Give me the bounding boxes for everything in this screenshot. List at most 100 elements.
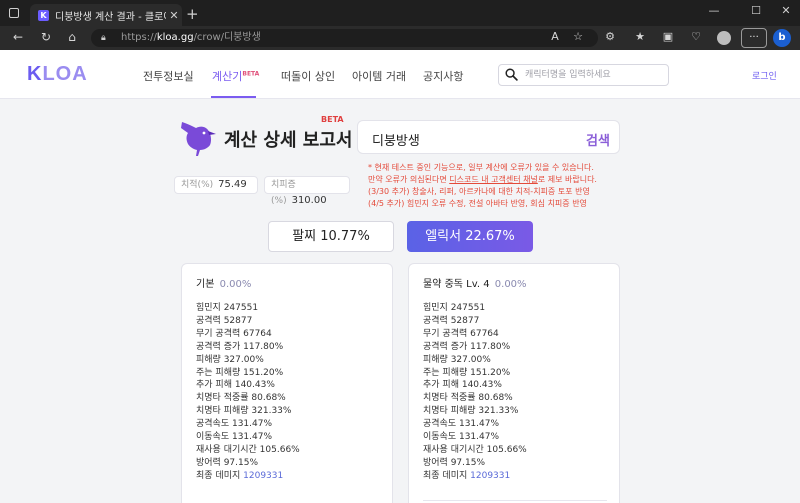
back-icon[interactable]: ←: [10, 30, 26, 44]
list-item: 힘민지 247551: [196, 303, 259, 313]
notice-line-2: 만약 오류가 의심된다면 디스코드 내 고객센터 채널로 제보 바랍니다.: [368, 174, 597, 186]
report-title: 계산 상세 보고서: [224, 130, 353, 151]
close-window-icon[interactable]: ✕: [772, 4, 800, 17]
list-item: 방어력 97.15%: [196, 457, 259, 468]
list-item: 치명타 적중률 80.68%: [196, 393, 286, 404]
list-item: 힘민지 247551: [423, 303, 486, 313]
bracelet-button[interactable]: 팔찌 10.77%: [268, 221, 394, 252]
profile-avatar[interactable]: [717, 31, 731, 45]
list-item: 공격력 52877: [423, 315, 480, 326]
final-damage-value: 1209331: [470, 470, 511, 481]
nav-combat-info[interactable]: 전투정보실: [143, 68, 194, 84]
read-aloud-icon[interactable]: A: [547, 30, 563, 43]
nav-beta-badge: BETA: [242, 70, 260, 78]
card-title-text: 기본: [196, 279, 215, 290]
character-search[interactable]: [498, 64, 669, 86]
list-item: 공격속도 131.47%: [423, 419, 500, 430]
elixir-button[interactable]: 엘릭서 22.67%: [407, 221, 533, 252]
discord-link[interactable]: 디스코드 내 고객센터 채널: [449, 175, 538, 184]
card-divider: [423, 500, 607, 501]
kloa-logo[interactable]: KLOA: [27, 63, 88, 86]
list-item: 공격력 52877: [196, 315, 253, 326]
list-item: 주는 피해량 151.20%: [423, 367, 511, 378]
window-menu-icon[interactable]: [9, 8, 19, 18]
list-item: 재사용 대기시간 105.66%: [196, 444, 300, 455]
list-item: 추가 피해 140.43%: [423, 380, 502, 391]
stat-list: 힘민지 247551 공격력 52877 무기 공격력 67764 공격력 증가…: [423, 302, 527, 483]
list-item: 공격력 증가 117.80%: [423, 341, 511, 352]
minimize-icon[interactable]: —: [700, 4, 728, 17]
card-pct: 0.00%: [219, 279, 252, 290]
home-icon[interactable]: ⌂: [64, 30, 80, 44]
list-item: 치명타 피해량 321.33%: [423, 406, 519, 417]
health-icon[interactable]: ♡: [688, 30, 704, 43]
stat-card-potion: 물약 중독 Lv. 4 0.00% 힘민지 247551 공격력 52877 무…: [408, 263, 620, 503]
crit-rate-value: 75.49: [218, 179, 247, 190]
report-beta-badge: BETA: [321, 115, 344, 124]
final-damage: 최종 데미지 1209331: [196, 470, 300, 483]
login-link[interactable]: 로그인: [752, 69, 777, 82]
list-item: 공격속도 131.47%: [196, 419, 273, 430]
list-item: 방어력 97.15%: [423, 457, 486, 468]
list-item: 이동속도 131.47%: [196, 432, 273, 443]
list-item: 무기 공격력 67764: [423, 328, 499, 339]
refresh-icon[interactable]: ↻: [38, 30, 54, 44]
browser-tab-bar: K 디붕방생 계산 결과 - 클로아 ✕ + — ☐ ✕: [0, 0, 800, 26]
list-item: 피해량 327.00%: [196, 354, 264, 365]
extensions-icon[interactable]: ⚙: [602, 30, 618, 43]
browser-tab[interactable]: K 디붕방생 계산 결과 - 클로아 ✕: [30, 4, 182, 26]
bing-icon[interactable]: b: [773, 29, 791, 47]
site-header: KLOA 전투정보실 계산기BETA 떠돌이 상인 아이템 거래 공지사항 로그…: [0, 50, 800, 99]
favorite-add-icon[interactable]: ☆: [570, 30, 586, 43]
card-pct: 0.00%: [494, 279, 527, 290]
character-name: 디붕방생: [372, 134, 420, 149]
notice-text: * 현재 테스트 중인 기능으로, 일부 계산에 오류가 있을 수 있습니다. …: [368, 162, 597, 210]
crit-rate-field[interactable]: 치적(%) 75.49: [174, 176, 258, 194]
list-item: 이동속도 131.47%: [423, 432, 500, 443]
logo-text: LOA: [42, 63, 88, 85]
nav-item-trade[interactable]: 아이템 거래: [352, 68, 406, 84]
browser-address-bar: ← ↻ ⌂ 🔒︎ https://kloa.gg/crow/디붕방생 A ☆ ⚙…: [0, 26, 800, 50]
crit-damage-value: 310.00: [291, 195, 327, 206]
nav-notice[interactable]: 공지사항: [423, 68, 463, 84]
nav-calculator[interactable]: 계산기BETA: [212, 68, 259, 84]
close-tab-icon[interactable]: ✕: [166, 9, 182, 22]
stat-list: 힘민지 247551 공격력 52877 무기 공격력 67764 공격력 증가…: [196, 302, 300, 483]
crit-damage-field[interactable]: 치피증(%) 310.00: [264, 176, 350, 206]
notice-line-4: (4/5 추가) 힘민지 오류 수정, 전설 아바타 반영, 회심 치피증 반영: [368, 199, 587, 208]
collections-icon[interactable]: ▣: [660, 30, 676, 43]
list-item: 주는 피해량 151.20%: [196, 367, 284, 378]
final-damage-value: 1209331: [243, 470, 284, 481]
card-title: 물약 중독 Lv. 4 0.00%: [423, 275, 527, 290]
favorites-icon[interactable]: ★: [632, 30, 648, 43]
maximize-icon[interactable]: ☐: [742, 4, 770, 17]
list-item: 추가 피해 140.43%: [196, 380, 275, 391]
new-tab-icon[interactable]: +: [186, 5, 199, 23]
tab-title: 디붕방생 계산 결과 - 클로아: [55, 11, 166, 23]
card-title-text: 물약 중독 Lv. 4: [423, 279, 490, 290]
nav-merchant[interactable]: 떠돌이 상인: [281, 68, 335, 84]
list-item: 치명타 피해량 321.33%: [196, 406, 292, 417]
final-damage: 최종 데미지 1209331: [423, 470, 527, 483]
url-path: /crow/디붕방생: [193, 32, 261, 43]
url-input[interactable]: 🔒︎ https://kloa.gg/crow/디붕방생: [91, 29, 598, 47]
crow-icon: [181, 122, 216, 156]
stat-card-base: 기본 0.00% 힘민지 247551 공격력 52877 무기 공격력 677…: [181, 263, 393, 503]
final-damage-label: 최종 데미지: [423, 470, 468, 481]
search-input[interactable]: [525, 67, 663, 83]
url-scheme: https://: [121, 32, 157, 43]
list-item: 재사용 대기시간 105.66%: [423, 444, 527, 455]
final-damage-label: 최종 데미지: [196, 470, 241, 481]
search-button[interactable]: 검색: [586, 130, 610, 149]
list-item: 치명타 적중률 80.68%: [423, 393, 513, 404]
more-options-button[interactable]: ···: [741, 28, 767, 48]
active-nav-underline: [211, 96, 256, 98]
character-name-box[interactable]: 디붕방생 검색: [357, 120, 620, 154]
card-title: 기본 0.00%: [196, 275, 251, 290]
kloa-favicon-icon: K: [38, 9, 49, 21]
search-icon: [505, 68, 518, 81]
logo-k: K: [27, 63, 43, 85]
url-host: kloa.gg: [156, 32, 194, 43]
list-item: 공격력 증가 117.80%: [196, 341, 284, 352]
notice-line-1: * 현재 테스트 중인 기능으로, 일부 계산에 오류가 있을 수 있습니다.: [368, 163, 594, 172]
